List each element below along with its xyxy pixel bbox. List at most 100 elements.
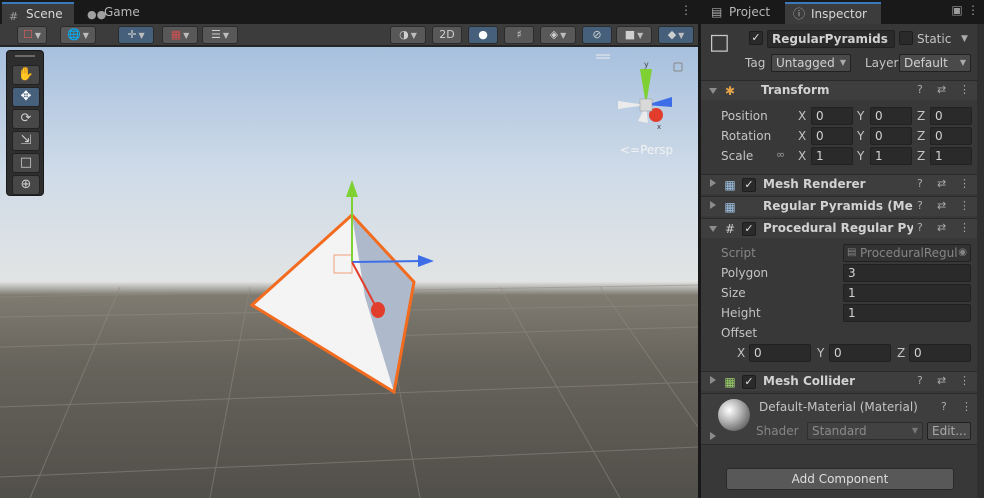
tab-project[interactable]: ▤ Project — [703, 2, 783, 24]
preset-icon[interactable]: ⇄ — [937, 83, 946, 96]
position-y-field[interactable]: 0 — [870, 107, 912, 125]
help-icon[interactable]: ? — [917, 177, 923, 190]
offset-z-field[interactable]: 0 — [909, 344, 971, 362]
tag-dropdown[interactable]: Untagged ▼ — [771, 54, 851, 72]
scale-z-label[interactable]: Z — [917, 149, 925, 163]
preset-icon[interactable]: ⇄ — [937, 374, 946, 387]
tool-palette-handle[interactable] — [15, 55, 35, 57]
help-icon[interactable]: ? — [917, 221, 923, 234]
position-z-field[interactable]: 0 — [930, 107, 972, 125]
inspector-menu-icon[interactable]: ⋮ — [967, 2, 979, 20]
position-x-field[interactable]: 0 — [811, 107, 853, 125]
help-icon[interactable]: ? — [917, 83, 923, 96]
shading-mode-button[interactable]: ◑ ▼ — [390, 26, 426, 44]
static-checkbox[interactable] — [899, 31, 913, 45]
increment-snap-button[interactable]: ☰ ▼ — [202, 26, 238, 44]
mesh-renderer-foldout-icon[interactable] — [710, 179, 716, 187]
scale-tool[interactable]: ⇲ — [12, 131, 40, 151]
projection-label[interactable]: <=Persp — [620, 143, 673, 157]
rotation-z-field[interactable]: 0 — [930, 127, 972, 145]
draw-mode-button[interactable]: ☐ ▼ — [17, 26, 47, 44]
preset-icon[interactable]: ⇄ — [937, 221, 946, 234]
mesh-filter-header[interactable]: ▦ Regular Pyramids (Mesh ? ⇄ ⋮ — [701, 196, 984, 216]
transform-tool[interactable]: ⊕ — [12, 175, 40, 195]
edit-shader-button[interactable]: Edit... — [927, 422, 971, 440]
component-menu-icon[interactable]: ⋮ — [959, 177, 970, 190]
preset-icon[interactable]: ⇄ — [937, 199, 946, 212]
object-name-field[interactable]: RegularPyramids — [767, 30, 895, 48]
mesh-renderer-header[interactable]: ▦ ✓ Mesh Renderer ? ⇄ ⋮ — [701, 174, 984, 194]
gizmo-x-arrow[interactable] — [371, 302, 385, 318]
rotation-x-label[interactable]: X — [798, 129, 806, 143]
rotation-x-field[interactable]: 0 — [811, 127, 853, 145]
mesh-filter-foldout-icon[interactable] — [710, 201, 716, 209]
scale-z-field[interactable]: 1 — [930, 147, 972, 165]
polygon-field[interactable]: 3 — [843, 264, 971, 282]
scale-x-label[interactable]: X — [798, 149, 806, 163]
hidden-objects-button[interactable]: ⊘ — [582, 26, 612, 44]
offset-y-label[interactable]: Y — [817, 346, 824, 360]
add-component-button[interactable]: Add Component — [726, 468, 954, 490]
position-z-label[interactable]: Z — [917, 109, 925, 123]
scale-y-label[interactable]: Y — [857, 149, 864, 163]
shader-dropdown[interactable]: Standard ▼ — [807, 422, 923, 440]
position-y-label[interactable]: Y — [857, 109, 864, 123]
offset-y-field[interactable]: 0 — [829, 344, 891, 362]
scene-viewport[interactable]: y x <=Persp — [0, 47, 698, 498]
size-field[interactable]: 1 — [843, 284, 971, 302]
component-menu-icon[interactable]: ⋮ — [959, 199, 970, 212]
rotate-tool[interactable]: ⟳ — [12, 109, 40, 129]
material-foldout-icon[interactable] — [710, 432, 716, 440]
gameobject-cube-icon[interactable]: □ — [709, 30, 735, 56]
procedural-header[interactable]: # ✓ Procedural Regular Pyran ? ⇄ ⋮ — [701, 218, 984, 238]
height-field[interactable]: 1 — [843, 304, 971, 322]
rotation-y-field[interactable]: 0 — [870, 127, 912, 145]
rotation-z-label[interactable]: Z — [917, 129, 925, 143]
component-menu-icon[interactable]: ⋮ — [959, 221, 970, 234]
gizmo-z-axis[interactable] — [351, 260, 423, 263]
component-menu-icon[interactable]: ⋮ — [959, 83, 970, 96]
procedural-foldout-icon[interactable] — [709, 226, 717, 232]
tab-game[interactable]: ●● Game — [80, 2, 150, 24]
transform-header[interactable]: ✱ Transform ? ⇄ ⋮ — [701, 80, 984, 100]
mesh-renderer-checkbox[interactable]: ✓ — [742, 178, 756, 192]
effects-button[interactable]: ◈ ▼ — [540, 26, 576, 44]
object-picker-icon[interactable]: ◉ — [958, 245, 967, 261]
preset-icon[interactable]: ⇄ — [937, 177, 946, 190]
rotation-y-label[interactable]: Y — [857, 129, 864, 143]
tab-inspector[interactable]: ⓘ Inspector — [785, 2, 881, 24]
mesh-collider-checkbox[interactable]: ✓ — [742, 375, 756, 389]
camera-button[interactable]: ■ ▼ — [616, 26, 652, 44]
constrain-proportions-icon[interactable]: ∞ — [776, 148, 785, 161]
hand-tool[interactable]: ✋ — [12, 65, 40, 85]
scale-x-field[interactable]: 1 — [811, 147, 853, 165]
material-menu-icon[interactable]: ⋮ — [961, 400, 972, 413]
help-icon[interactable]: ? — [917, 199, 923, 212]
globe-button[interactable]: 🌐 ▼ — [60, 26, 96, 44]
grid-snap-button[interactable]: ▦ ▼ — [162, 26, 198, 44]
component-menu-icon[interactable]: ⋮ — [959, 374, 970, 387]
script-field[interactable]: ▤ ProceduralRegul ◉ — [843, 244, 971, 262]
inspector-scrollbar[interactable] — [977, 24, 984, 498]
inspector-lock-icon[interactable]: ▣ — [951, 2, 963, 20]
rect-tool[interactable]: □ — [12, 153, 40, 173]
procedural-checkbox[interactable]: ✓ — [742, 222, 756, 236]
gizmos-button[interactable]: ◆ ▼ — [658, 26, 694, 44]
lighting-button[interactable]: ● — [468, 26, 498, 44]
layer-dropdown[interactable]: Default ▼ — [899, 54, 971, 72]
move-tool[interactable]: ✥ — [12, 87, 40, 107]
move-snap-button[interactable]: ✛ ▼ — [118, 26, 154, 44]
tab-scene[interactable]: # Scene — [2, 2, 74, 24]
static-dropdown-icon[interactable]: ▼ — [961, 34, 968, 44]
active-checkbox[interactable]: ✓ — [749, 31, 763, 45]
orient-center-cube[interactable] — [639, 98, 653, 112]
offset-z-label[interactable]: Z — [897, 346, 905, 360]
offset-x-label[interactable]: X — [737, 346, 745, 360]
offset-x-field[interactable]: 0 — [749, 344, 811, 362]
position-x-label[interactable]: X — [798, 109, 806, 123]
help-icon[interactable]: ? — [941, 400, 947, 413]
material-preview-sphere[interactable] — [718, 399, 750, 431]
scene-menu-icon[interactable]: ⋮ — [680, 2, 692, 20]
help-icon[interactable]: ? — [917, 374, 923, 387]
audio-button[interactable]: ♯ — [504, 26, 534, 44]
